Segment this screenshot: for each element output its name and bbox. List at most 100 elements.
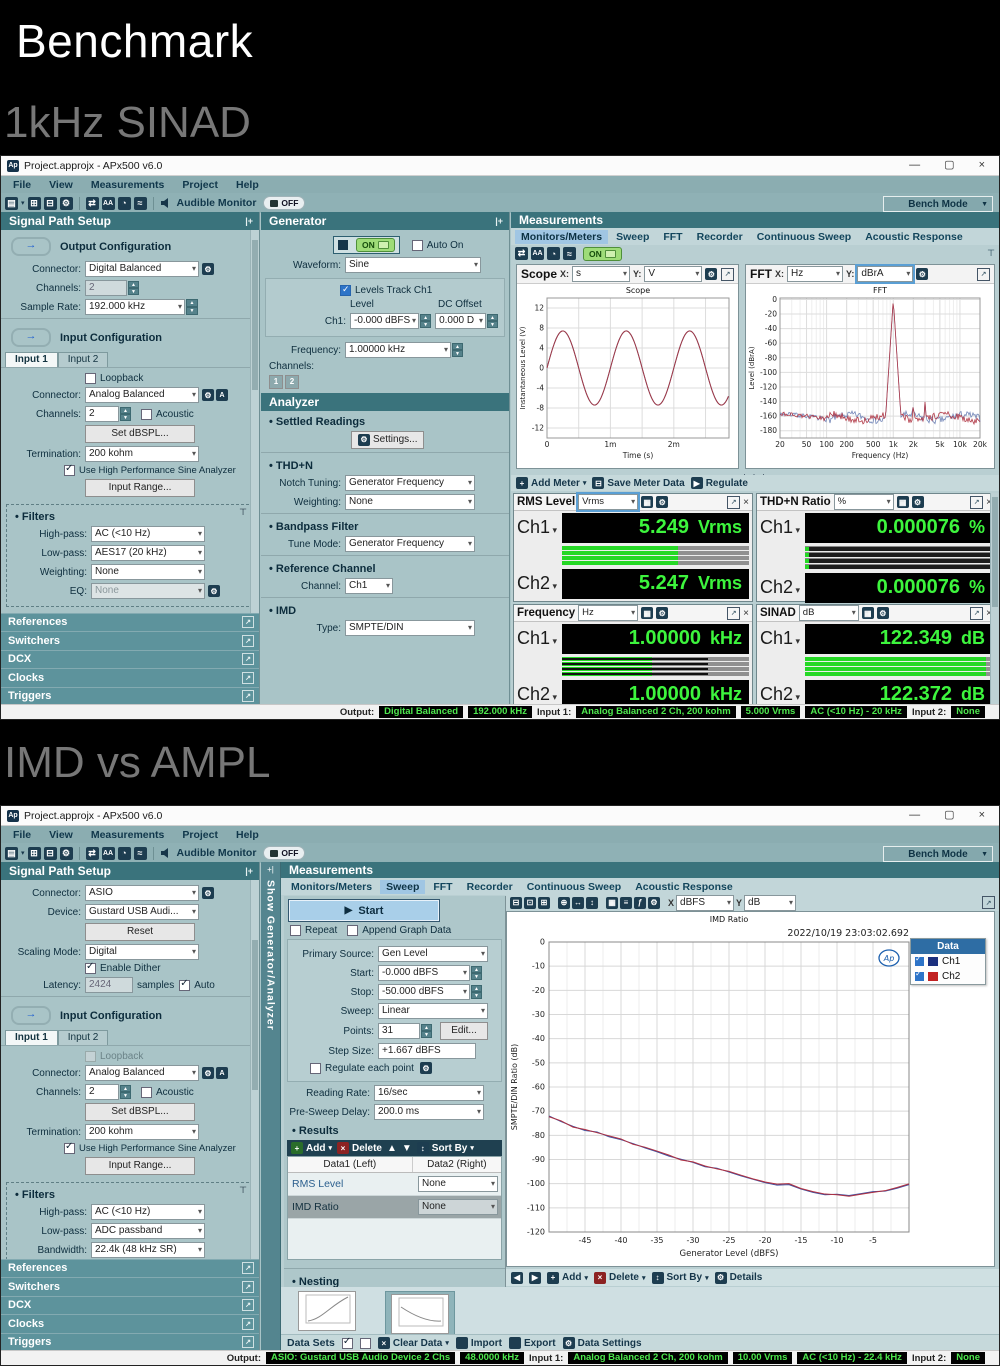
- bench-mode-button[interactable]: Bench Mode: [883, 196, 993, 212]
- ch1-visible-checkbox[interactable]: [915, 957, 924, 966]
- dc-offset-spinner[interactable]: ▲▼: [487, 314, 498, 328]
- output-connector-select[interactable]: ASIO: [85, 885, 199, 901]
- input-channels-input[interactable]: 2: [85, 1084, 119, 1100]
- regulate-button[interactable]: ▶Regulate: [691, 477, 748, 489]
- waveform-select[interactable]: Sine: [345, 257, 481, 273]
- tab-monitors-meters[interactable]: Monitors/Meters: [515, 230, 608, 244]
- graph-popout-icon[interactable]: ↗: [982, 896, 995, 909]
- sweep-icon[interactable]: ≈: [563, 247, 576, 260]
- menu-help[interactable]: Help: [236, 179, 259, 191]
- fx-icon[interactable]: ƒ: [634, 897, 646, 909]
- scope-settings-icon[interactable]: ⚙: [705, 268, 717, 280]
- edit-points-button[interactable]: Edit...: [440, 1022, 488, 1040]
- regulate-each-point-checkbox[interactable]: [310, 1063, 321, 1074]
- set-dbspl-button[interactable]: Set dBSPL...: [85, 425, 195, 443]
- pin-icon[interactable]: ⊤: [987, 248, 995, 259]
- output-connector-settings-icon[interactable]: ⚙: [202, 263, 214, 275]
- results-add-button[interactable]: +Add▾: [291, 1142, 332, 1154]
- lowpass-select[interactable]: ADC passband: [91, 1223, 205, 1239]
- input-gain-icon[interactable]: A: [216, 1067, 228, 1079]
- section-switchers[interactable]: Switchers↗: [1, 1277, 259, 1296]
- lowpass-select[interactable]: AES17 (20 kHz): [91, 545, 205, 561]
- delete-result-button[interactable]: ×Delete▾: [594, 1272, 646, 1284]
- regulate-settings-icon[interactable]: ⚙: [420, 1062, 432, 1074]
- meter-style-icon[interactable]: ▦: [641, 496, 653, 508]
- section-switchers[interactable]: Switchers↗: [1, 631, 259, 650]
- meter-style-icon[interactable]: ▦: [862, 607, 874, 619]
- input-channels-input[interactable]: 2: [85, 406, 119, 422]
- open-icon[interactable]: ⊞: [28, 847, 41, 860]
- meters-icon[interactable]: AA: [102, 847, 115, 860]
- sweep-start-spinner[interactable]: ▲▼: [471, 966, 482, 980]
- tab-recorder[interactable]: Recorder: [691, 230, 749, 244]
- points-input[interactable]: 31: [378, 1023, 420, 1039]
- section-triggers[interactable]: Triggers↗: [1, 1333, 259, 1352]
- tab-acoustic-response[interactable]: Acoustic Response: [629, 880, 738, 894]
- tune-mode-select[interactable]: Generator Frequency: [345, 536, 475, 552]
- meter-close-icon[interactable]: ×: [743, 497, 749, 508]
- tab-input2[interactable]: Input 2: [58, 352, 109, 367]
- sweep-icon[interactable]: ≈: [134, 847, 147, 860]
- dc-offset-select[interactable]: 0.000 D: [435, 313, 486, 329]
- eq-settings-icon[interactable]: ⚙: [208, 585, 220, 597]
- sweep-stop-select[interactable]: -50.000 dBFS: [378, 984, 470, 1000]
- acoustic-checkbox[interactable]: [141, 409, 152, 420]
- signal-path-icon[interactable]: ⇄: [515, 247, 528, 260]
- settings-button[interactable]: ⚙Settings...: [351, 431, 424, 449]
- output-channels-spinner[interactable]: ▲▼: [128, 281, 139, 295]
- points-spinner[interactable]: ▲▼: [421, 1024, 432, 1038]
- show-generator-analyzer-strip[interactable]: +| Show Generator/Analyzer: [261, 862, 281, 1351]
- input-range-button[interactable]: Input Range...: [85, 479, 195, 497]
- pan-icon[interactable]: ↔: [572, 897, 584, 909]
- menu-measurements[interactable]: Measurements: [91, 179, 165, 191]
- details-button[interactable]: ⚙Details: [715, 1272, 763, 1284]
- generator-on-button[interactable]: ON: [333, 236, 400, 254]
- open-icon[interactable]: ⊞: [28, 197, 41, 210]
- left-scrollbar[interactable]: [250, 880, 259, 1259]
- meter-popout-icon[interactable]: ↗: [727, 607, 740, 620]
- left-scrollbar[interactable]: [250, 230, 259, 613]
- monitor-icon[interactable]: ◔: [118, 197, 131, 210]
- input-gain-icon[interactable]: A: [216, 389, 228, 401]
- fit-icon[interactable]: ↕: [586, 897, 598, 909]
- output-connector-select[interactable]: Digital Balanced: [85, 261, 199, 277]
- reading-rate-select[interactable]: 16/sec: [374, 1085, 484, 1101]
- scope-y-select[interactable]: V: [644, 266, 702, 282]
- latency-auto-checkbox[interactable]: [179, 980, 190, 991]
- settings-icon[interactable]: ⚙: [60, 847, 73, 860]
- result-row-imd-ratio[interactable]: IMD RatioNone: [288, 1196, 501, 1219]
- menu-project[interactable]: Project: [182, 179, 218, 191]
- monitors-on-toggle[interactable]: ON: [583, 247, 622, 261]
- audible-monitor-toggle[interactable]: OFF: [263, 196, 305, 210]
- latency-input[interactable]: 2424: [85, 977, 133, 993]
- close-button[interactable]: ×: [979, 156, 985, 175]
- device-select[interactable]: Gustard USB Audi...: [85, 904, 199, 920]
- export-button[interactable]: Export: [509, 1337, 556, 1349]
- generator-header[interactable]: Generator|+: [261, 212, 509, 230]
- sort-by-button[interactable]: ↕Sort By▾: [417, 1142, 474, 1154]
- enable-dither-checkbox[interactable]: [85, 963, 96, 974]
- ch1-label[interactable]: Ch1: [517, 517, 562, 538]
- save-icon[interactable]: ⊟: [44, 847, 57, 860]
- menu-file[interactable]: File: [13, 179, 31, 191]
- close-button[interactable]: ×: [979, 806, 985, 825]
- move-down-button[interactable]: ▼: [402, 1143, 412, 1154]
- new-caret-icon[interactable]: ▾: [21, 199, 25, 207]
- ref-channel-select[interactable]: Ch1: [345, 578, 393, 594]
- input-connector-settings-icon[interactable]: ⚙: [202, 389, 214, 401]
- titlebar[interactable]: Ap Project.approjx - APx500 v6.0 — ▢ ×: [1, 806, 999, 826]
- dock-icon[interactable]: +|: [267, 865, 274, 874]
- meter-settings-icon[interactable]: ⚙: [656, 496, 668, 508]
- first-point-icon[interactable]: ◀: [511, 1272, 523, 1284]
- print-graph-icon[interactable]: ⊞: [538, 897, 550, 909]
- eq-select[interactable]: None: [91, 583, 205, 599]
- add-meter-button[interactable]: +Add Meter▾: [516, 477, 586, 489]
- dataset2-checkbox[interactable]: [360, 1338, 371, 1349]
- meter-popout-icon[interactable]: ↗: [970, 496, 983, 509]
- bandwidth-select[interactable]: 22.4k (48 kHz SR): [91, 1242, 205, 1258]
- connector-settings-icon[interactable]: ⚙: [202, 887, 214, 899]
- meters-scrollbar[interactable]: [990, 493, 999, 705]
- input-channels-spinner[interactable]: ▲▼: [120, 407, 131, 421]
- zoom-icon[interactable]: ⊕: [558, 897, 570, 909]
- loopback-checkbox[interactable]: [85, 1051, 96, 1062]
